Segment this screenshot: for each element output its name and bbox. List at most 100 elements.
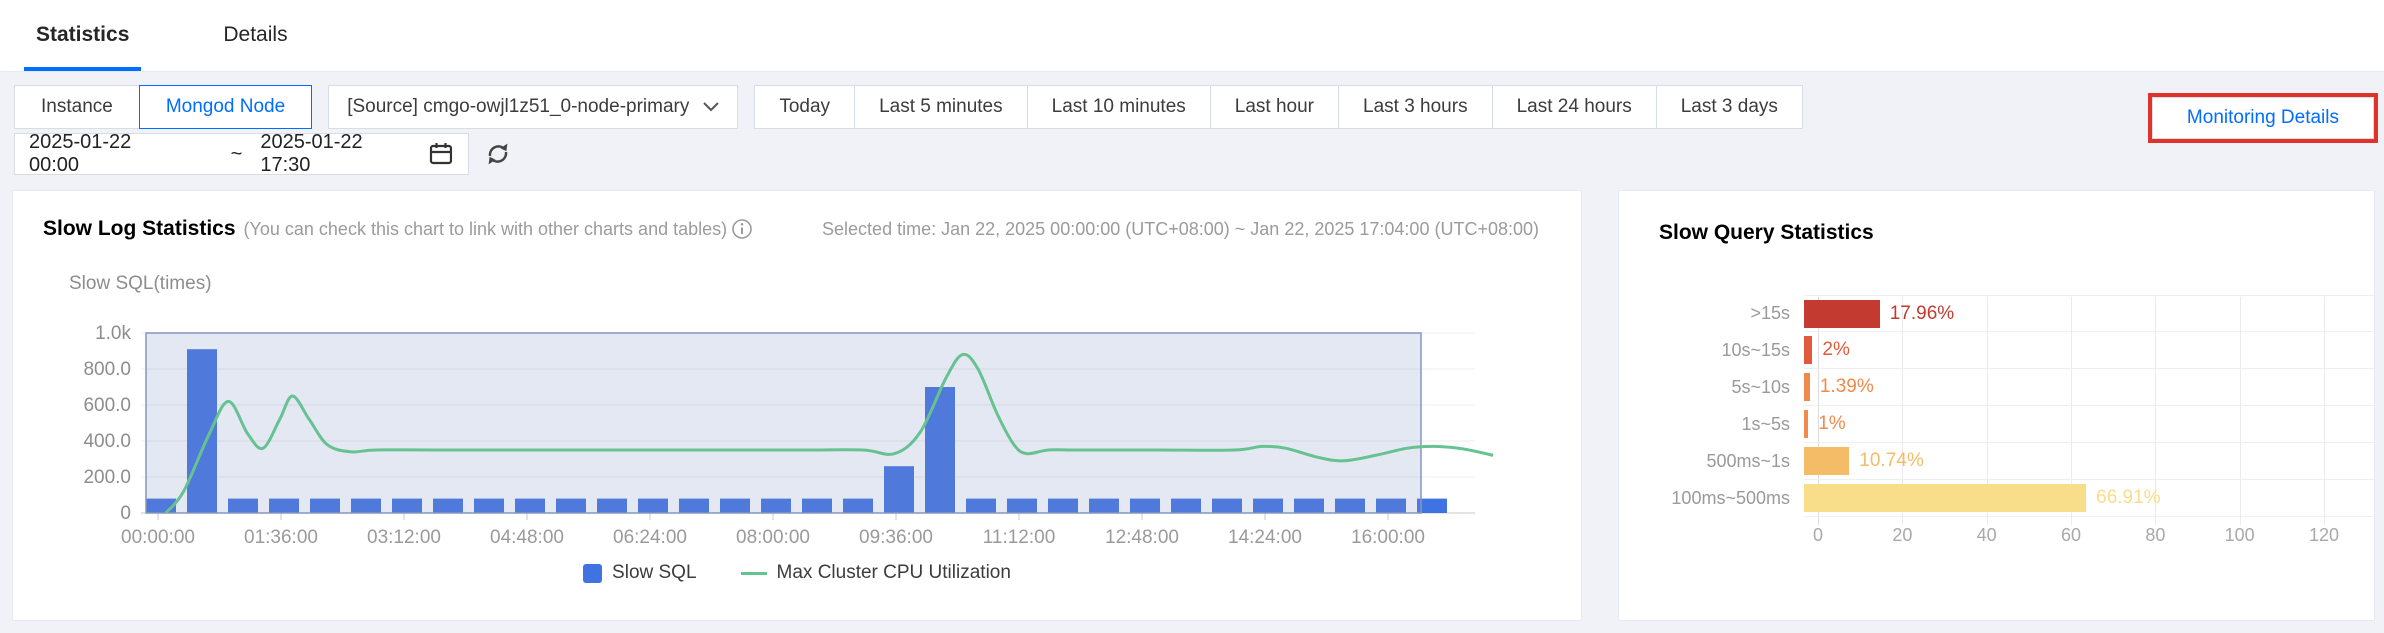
slow-query-bar[interactable] — [1804, 336, 1813, 364]
slow-query-row: 100ms~500ms 66.91% — [1619, 480, 2376, 517]
slow-query-bar[interactable] — [1804, 484, 2087, 512]
x-tick-label: 12:48:00 — [1105, 527, 1179, 548]
slow-query-value-label: 66.91% — [2096, 487, 2161, 508]
brush-selection-region[interactable] — [145, 332, 1422, 514]
slow-query-category-label: 1s~5s — [1741, 414, 1790, 434]
filter-row: Instance Mongod Node [Source] cmgo-owjl1… — [14, 85, 1803, 129]
x-tick-label: 16:00:00 — [1351, 527, 1425, 548]
legend-item-max-cluster-cpu-utilization[interactable]: Max Cluster CPU Utilization — [740, 562, 1011, 584]
legend-label: Slow SQL — [612, 562, 697, 583]
slow-query-row: 1s~5s 1% — [1619, 406, 2376, 443]
refresh-button[interactable] — [483, 139, 513, 169]
slow-query-bar[interactable] — [1804, 410, 1809, 438]
x-tick-label: 120 — [2308, 525, 2340, 545]
slow-query-category-label: 500ms~1s — [1706, 451, 1790, 471]
range-button-last-hour[interactable]: Last hour — [1209, 85, 1340, 129]
range-button-last-3-hours[interactable]: Last 3 hours — [1338, 85, 1493, 129]
range-button-today[interactable]: Today — [754, 85, 856, 129]
time-range-group: Today Last 5 minutes Last 10 minutes Last h… — [754, 85, 1803, 129]
slow-query-value-label: 17.96% — [1889, 302, 1955, 324]
tab-details-label: Details — [223, 23, 288, 46]
calendar-icon — [429, 143, 453, 165]
slow-query-title: Slow Query Statistics — [1659, 221, 1874, 244]
slow-query-bar[interactable] — [1804, 447, 1850, 475]
range-button-last-24-hours[interactable]: Last 24 hours — [1491, 85, 1657, 129]
chevron-down-icon — [703, 102, 720, 112]
x-tick-label: 04:48:00 — [490, 527, 564, 548]
slow-query-row: 5s~10s 1.39% — [1619, 369, 2376, 406]
range-button-last-3-days[interactable]: Last 3 days — [1655, 85, 1803, 129]
range-button-last-10-minutes[interactable]: Last 10 minutes — [1026, 85, 1211, 129]
tab-details[interactable]: Details — [211, 0, 299, 71]
monitoring-details-button[interactable]: Monitoring Details — [2151, 97, 2374, 139]
slow-query-chart: >15s 17.96% 10s~15s 2% 5s~10s 1.39% 1s~5s 1% 500… — [1619, 295, 2376, 547]
slow-query-row: 500ms~1s 10.74% — [1619, 443, 2376, 480]
slow-query-value-label: 1% — [1818, 413, 1846, 434]
slow-log-statistics-panel: Slow Log Statistics (You can check this … — [12, 190, 1582, 621]
slow-query-row: 10s~15s 2% — [1619, 332, 2376, 369]
slow-query-category-label: 5s~10s — [1731, 377, 1790, 397]
source-node-dropdown-value: [Source] cmgo-owjl1z51_0-node-primary — [347, 96, 690, 117]
y-axis-label: Slow SQL(times) — [69, 273, 212, 294]
date-row: 2025-01-22 00:00 ~ 2025-01-22 17:30 — [14, 131, 513, 176]
x-tick-label: 11:12:00 — [983, 527, 1056, 548]
y-tick-label: 600.0 — [83, 395, 131, 416]
slow-log-chart[interactable]: Slow SQL(times) 0 200.0 400.0 600.0 800.0 1.0k… — [13, 191, 1581, 622]
mongod-node-button[interactable]: Mongod Node — [138, 85, 313, 129]
x-tick-label: 01:36:00 — [244, 527, 318, 548]
x-tick-label: 09:36:00 — [859, 527, 933, 548]
slow-query-x-axis: 0 20 40 60 80 100 120 — [1813, 517, 2376, 547]
legend-label: Max Cluster CPU Utilization — [776, 562, 1011, 583]
slow-query-category-label: >15s — [1750, 303, 1790, 323]
y-tick-label: 800.0 — [83, 359, 131, 380]
date-start: 2025-01-22 00:00 — [29, 131, 132, 176]
slow-query-category-label: 100ms~500ms — [1671, 488, 1790, 508]
y-tick-label: 0 — [120, 503, 131, 524]
slow-log-legend: Slow SQL Max Cluster CPU Utilization — [13, 562, 1581, 584]
slow-query-bar-cell: 1.39% — [1804, 369, 2376, 406]
slow-query-category-label: 10s~15s — [1721, 340, 1790, 360]
x-tick-label: 80 — [2145, 525, 2166, 545]
slow-query-bar-cell: 66.91% — [1804, 480, 2376, 517]
active-tab-underline — [24, 67, 142, 71]
x-tick-label: 00:00:00 — [121, 527, 195, 548]
slow-query-value-label: 1.39% — [1819, 376, 1874, 397]
slow-query-bar[interactable] — [1804, 299, 1880, 328]
tab-bar: Statistics Details — [0, 0, 2384, 72]
legend-line-swatch — [740, 571, 767, 575]
slow-query-bar-cell: 10.74% — [1804, 443, 2376, 480]
instance-button[interactable]: Instance — [14, 85, 140, 129]
source-node-dropdown[interactable]: [Source] cmgo-owjl1z51_0-node-primary — [328, 85, 739, 129]
range-button-last-5-minutes[interactable]: Last 5 minutes — [854, 85, 1028, 129]
x-tick-label: 60 — [2060, 525, 2082, 545]
slow-query-statistics-panel: Slow Query Statistics >15s 17.96% 10s~15s 2… — [1618, 190, 2376, 621]
date-end: 2025-01-22 17:30 — [260, 131, 363, 176]
y-tick-label: 200.0 — [83, 467, 131, 488]
slow-query-value-label: 10.74% — [1859, 450, 1924, 471]
slow-query-row: >15s 17.96% — [1619, 295, 2376, 332]
y-tick-label: 400.0 — [83, 431, 131, 452]
date-range-picker[interactable]: 2025-01-22 00:00 ~ 2025-01-22 17:30 — [14, 131, 469, 176]
scope-toggle-group: Instance Mongod Node — [14, 85, 313, 129]
date-separator: ~ — [230, 142, 243, 165]
x-tick-label: 0 — [1812, 525, 1824, 545]
slow-query-bar-cell: 1% — [1804, 406, 2376, 443]
x-tick-label: 06:24:00 — [613, 527, 687, 548]
slow-query-bar-cell: 17.96% — [1804, 295, 2376, 332]
x-tick-label: 40 — [1976, 525, 1997, 545]
slow-query-value-label: 2% — [1822, 339, 1850, 360]
legend-bar-swatch — [583, 563, 603, 583]
x-tick-label: 14:24:00 — [1228, 527, 1302, 548]
x-tick-label: 20 — [1892, 525, 1913, 545]
legend-item-slow-sql[interactable]: Slow SQL — [583, 562, 697, 584]
slow-query-bar-cell: 2% — [1804, 332, 2376, 369]
tab-statistics[interactable]: Statistics — [24, 0, 142, 71]
refresh-icon — [488, 143, 508, 165]
slow-query-bar[interactable] — [1804, 373, 1810, 401]
x-tick-label: 03:12:00 — [367, 527, 441, 548]
tab-statistics-label: Statistics — [36, 23, 130, 46]
y-tick-label: 1.0k — [95, 323, 131, 344]
x-tick-label: 100 — [2224, 525, 2255, 545]
monitoring-details-highlight-box: Monitoring Details — [2147, 93, 2378, 143]
x-tick-label: 08:00:00 — [736, 527, 810, 548]
